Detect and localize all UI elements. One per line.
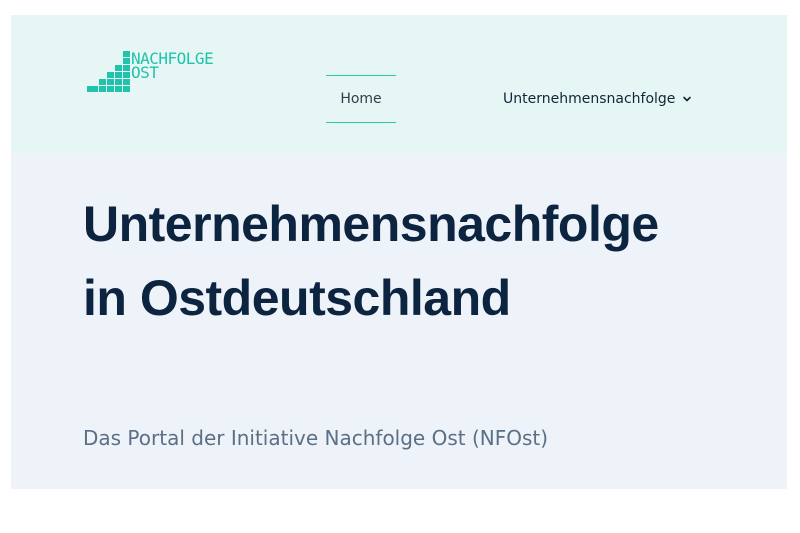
site-logo[interactable]: NACHFOLGE OST [87, 51, 227, 97]
page-subtitle: Das Portal der Initiative Nachfolge Ost … [83, 426, 549, 450]
logo-stairs-icon [87, 51, 130, 92]
nav-item-label: Unternehmensnachfolge [503, 91, 676, 107]
nav-item-unternehmensnachfolge[interactable]: Unternehmensnachfolge [503, 88, 692, 110]
page-title-line1: Unternehmensnachfolge [83, 196, 659, 252]
nav-item-home[interactable]: Home [326, 75, 396, 123]
page-frame: NACHFOLGE OST Home Unternehmensnachfolge… [11, 15, 787, 489]
logo-text-line2: OST [131, 63, 159, 82]
page-title: Unternehmensnachfolge in Ostdeutschland [83, 187, 783, 335]
site-header: NACHFOLGE OST Home Unternehmensnachfolge [11, 15, 787, 153]
page-title-line2: in Ostdeutschland [83, 270, 511, 326]
chevron-down-icon [683, 96, 692, 102]
